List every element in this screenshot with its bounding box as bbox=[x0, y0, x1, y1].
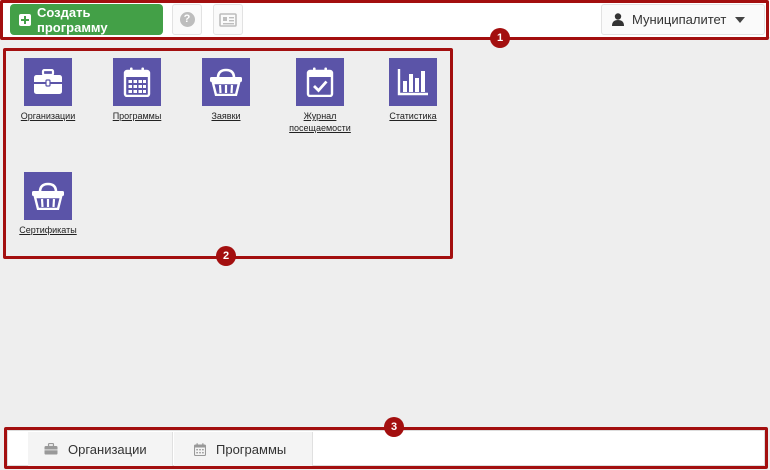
tile-attendance-journal[interactable]: Журнал посещаемости bbox=[285, 58, 355, 134]
briefcase-icon bbox=[44, 443, 58, 455]
bar-chart-icon bbox=[389, 58, 437, 106]
tile-organizations[interactable]: Организации bbox=[13, 58, 83, 122]
top-toolbar: Создать программу ? Муниципалитет bbox=[0, 0, 770, 38]
help-button[interactable]: ? bbox=[172, 4, 202, 35]
news-button[interactable] bbox=[213, 4, 243, 35]
annotation-badge-2: 2 bbox=[216, 246, 236, 266]
plus-icon bbox=[19, 13, 31, 26]
tile-label: Журнал посещаемости bbox=[289, 111, 351, 133]
tile-programs[interactable]: Программы bbox=[102, 58, 172, 122]
create-program-button[interactable]: Создать программу bbox=[10, 4, 163, 35]
user-icon bbox=[612, 13, 624, 26]
calendar-icon bbox=[113, 58, 161, 106]
tab-label: Организации bbox=[68, 441, 147, 457]
tile-label: Статистика bbox=[389, 111, 437, 121]
basket-icon bbox=[24, 172, 72, 220]
tile-label: Заявки bbox=[211, 111, 241, 121]
calendar-check-icon bbox=[296, 58, 344, 106]
calendar-icon bbox=[194, 442, 206, 456]
help-icon: ? bbox=[179, 12, 195, 27]
create-program-label: Создать программу bbox=[37, 4, 108, 35]
annotation-badge-3: 3 bbox=[384, 417, 404, 437]
tile-label: Сертификаты bbox=[19, 225, 77, 235]
annotation-badge-1: 1 bbox=[490, 28, 510, 48]
tile-label: Программы bbox=[112, 111, 162, 121]
app-root: Создать программу ? Муниципалитет Органи… bbox=[0, 0, 770, 470]
basket-icon bbox=[202, 58, 250, 106]
tile-label: Организации bbox=[20, 111, 76, 121]
tile-certificates[interactable]: Сертификаты bbox=[13, 172, 83, 236]
user-menu-label: Муниципалитет bbox=[632, 12, 727, 27]
tile-applications[interactable]: Заявки bbox=[191, 58, 261, 122]
tab-label: Программы bbox=[216, 441, 287, 457]
briefcase-icon bbox=[24, 58, 72, 106]
newspaper-icon bbox=[219, 12, 237, 27]
user-menu-dropdown[interactable]: Муниципалитет bbox=[601, 4, 765, 35]
chevron-down-icon bbox=[735, 16, 746, 23]
tab-organizations[interactable]: Организации bbox=[28, 432, 173, 466]
tab-programs[interactable]: Программы bbox=[174, 432, 313, 466]
bottom-tab-bar: Организации Программы bbox=[7, 430, 765, 466]
tile-statistics[interactable]: Статистика bbox=[378, 58, 448, 122]
